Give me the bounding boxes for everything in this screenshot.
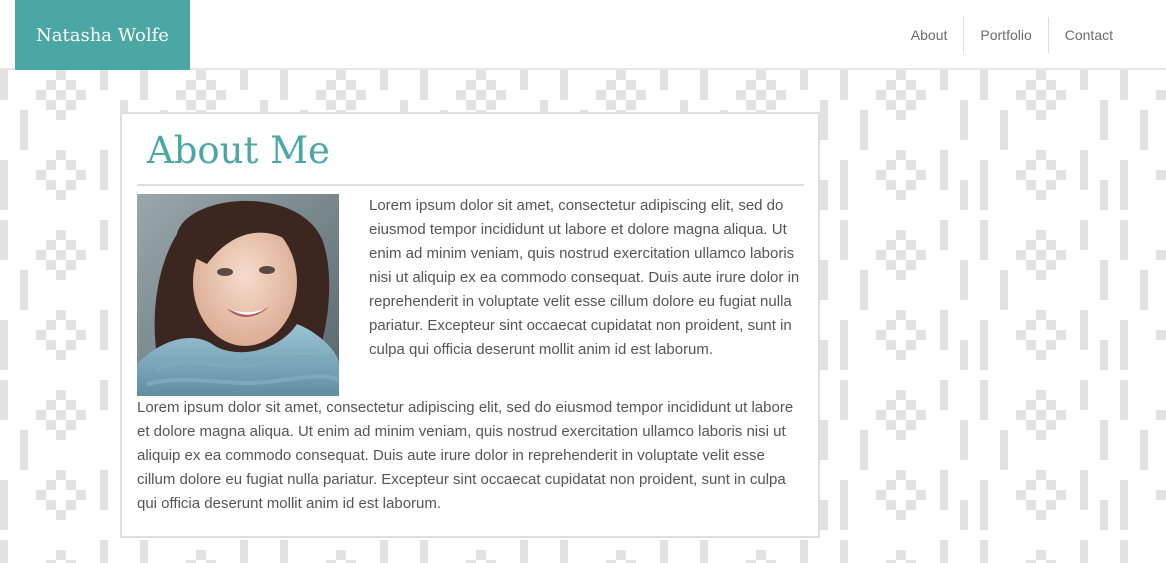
about-content: Lorem ipsum dolor sit amet, consectetur … <box>137 194 804 516</box>
nav-link-about[interactable]: About <box>911 17 965 53</box>
title-divider <box>137 184 804 186</box>
nav-link-contact[interactable]: Contact <box>1049 17 1128 53</box>
page-title: About Me <box>147 129 330 172</box>
profile-photo <box>137 194 339 396</box>
about-paragraph-2: Lorem ipsum dolor sit amet, consectetur … <box>137 399 794 512</box>
main-nav: About Portfolio Contact <box>911 17 1128 53</box>
site-header: Natasha Wolfe About Portfolio Contact <box>0 0 1166 70</box>
site-logo[interactable]: Natasha Wolfe <box>15 0 190 70</box>
about-card: About Me Lorem ipsum dolor sit amet, con… <box>120 112 820 538</box>
nav-link-portfolio[interactable]: Portfolio <box>964 17 1049 53</box>
